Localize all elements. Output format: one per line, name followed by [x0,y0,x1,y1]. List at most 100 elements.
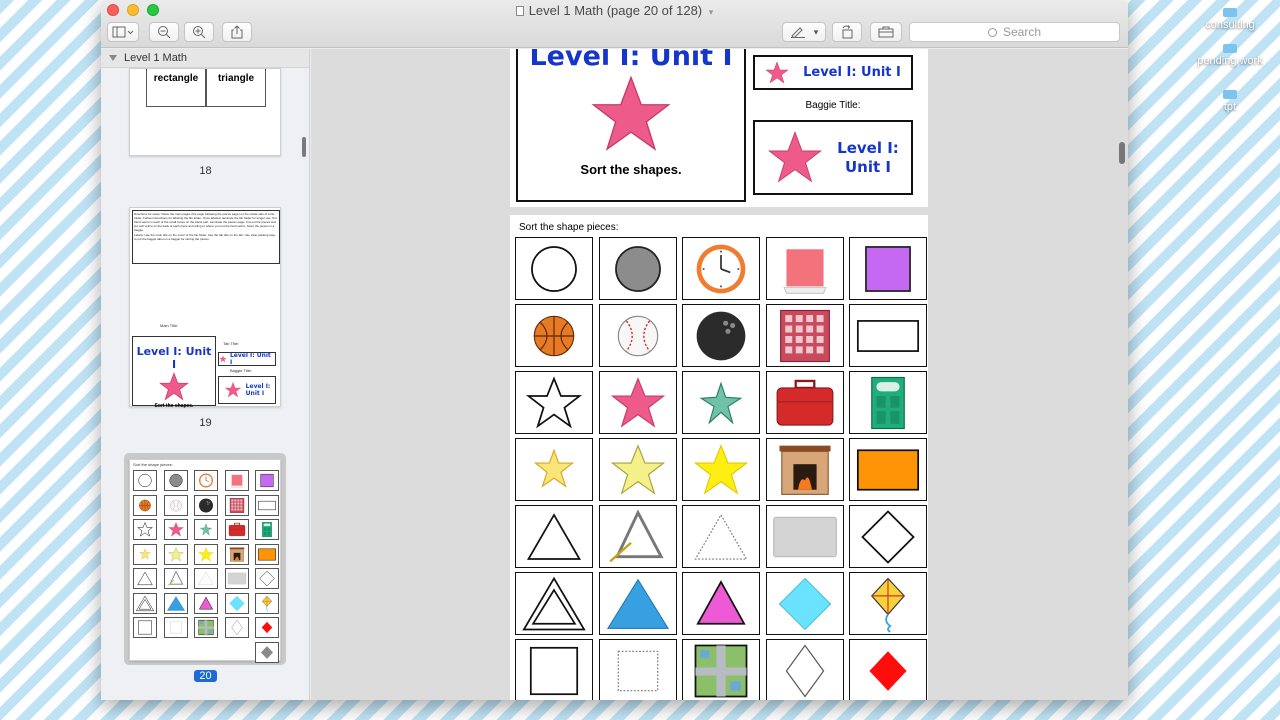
thumb-piece-green-door [255,519,279,540]
star-outline-icon [525,375,583,428]
cyan-diamond-icon [228,595,245,611]
thumb-piece-square-outline [133,617,157,638]
dotted-square-icon [169,621,182,634]
bowling-ball-icon [696,311,746,360]
page-number-19[interactable]: 19 [101,417,309,429]
pieces-header: Sort the shape pieces: [519,222,619,233]
shape-piece-bright-yellow-star [682,438,760,501]
folder-icon [1223,44,1237,53]
bright-yellow-star-icon [198,546,214,562]
zoom-out-button[interactable] [149,22,179,42]
shape-piece-triangle-double-outline [515,572,593,635]
desktop-folder-label: pending work [1197,55,1263,67]
shape-piece-dotted-diamond [765,639,844,700]
thumb-piece-green-starfish [194,519,218,540]
sort-text: Sort the shapes. [580,162,682,177]
basketball-icon [139,499,151,511]
sidebar-document-header[interactable]: Level 1 Math [101,49,309,68]
titlebar: Level 1 Math (page 20 of 128) ▾ ▾ Search [101,0,1128,48]
shape-piece-gray-circle [598,237,677,300]
page-20-view: Sort the shape pieces: [510,215,928,700]
shape-piece-fireplace [765,438,844,501]
thumb-piece-cyan-diamond [224,592,249,614]
markup-button[interactable]: ▾ [782,22,826,42]
dotted-diamond-icon [230,619,243,636]
shape-piece-purple-square [849,237,927,300]
triangle-outline-icon [137,571,153,586]
bright-yellow-star-icon [693,443,749,495]
thumb-piece-gray-circle [163,470,188,491]
page-number-20[interactable]: 20 [101,670,309,682]
thumb-piece-dotted-triangle [194,568,218,589]
shape-piece-basketball [515,304,593,367]
sidebar-toggle-button[interactable] [107,22,139,42]
zoom-in-button[interactable] [184,22,214,42]
desktop-folder-tpt[interactable]: tpt [1190,90,1270,113]
shape-piece-checkered-square-blanket [765,304,844,367]
dotted-square-icon [617,650,658,691]
shape-piece-musical-triangle [598,505,677,568]
shape-piece-orange-rectangle [849,438,927,501]
share-button[interactable] [222,22,252,42]
sidebar-scrollbar-thumb[interactable] [302,137,306,157]
pink-star-icon [591,75,671,151]
basketball-icon [533,315,575,356]
thumbnail-sidebar: Level 1 Math rectangle triangle 18 Direc… [101,49,310,700]
pink-star-icon [159,372,189,401]
thumbnail-page-18[interactable]: rectangle triangle [129,68,281,156]
circle-outline-icon [531,245,577,292]
red-suitcase-icon [228,522,245,536]
thumb-baggie-title-line2: Unit I [245,390,265,397]
rotate-button[interactable] [832,22,862,42]
dotted-triangle-icon [198,571,214,585]
baggie-title-box: Level I: Unit I [753,120,913,195]
page-number-18[interactable]: 18 [101,165,309,177]
desktop-folder-label: consulting [1205,19,1255,31]
desktop-folder-pending-work[interactable]: pending work [1190,44,1270,67]
thumb-piece-rectangle-outline [255,494,279,516]
thumb-cell-triangle: triangle [206,69,266,107]
shape-piece-yellow-star-small [515,438,593,501]
desktop-folder-label: tpt [1223,101,1237,113]
main-title: Level I: Unit I [529,49,733,72]
desktop-folder-consulting[interactable]: consulting [1190,8,1270,31]
yellow-star-icon [167,546,184,562]
search-placeholder: Search [1002,25,1042,39]
thumb-piece-red-diamond [255,617,279,638]
thumb-title: Level I: Unit I [136,345,212,371]
shape-piece-baseball [598,304,677,367]
thumb-cell-rectangle: rectangle [146,69,206,107]
thumb-tab-title-box: Level I: Unit I [218,352,276,366]
thumb-piece-map-square [194,617,218,638]
thumb-baggie-title-label: Baggie Title: [230,368,253,373]
document-scrollbar-thumb[interactable] [1119,142,1125,164]
pink-star-icon [167,522,184,537]
window-title: Level 1 Math (page 20 of 128) ▾ [101,3,1128,18]
red-diamond-icon [869,650,907,691]
shape-piece-red-diamond [849,639,927,700]
thumbnail-page-19[interactable]: Directions for setup: Paste the main pag… [129,207,281,409]
page-number-20-text: 20 [194,670,217,682]
map-square-icon [198,619,214,636]
blue-triangle-icon [166,595,185,611]
shape-piece-red-suitcase [765,371,844,434]
yellow-star-small-icon [139,547,151,560]
thumb-piece-pink-star [163,519,188,540]
dotted-diamond-icon [785,643,824,698]
toolbox-button[interactable] [870,22,902,42]
thumb-piece-triangle-double-outline [133,592,157,614]
thumb-labels-text: Labels: Use the main title on the cover … [134,233,276,241]
kite-icon [262,595,272,612]
kite-icon [870,577,906,633]
thumb-piece-bowling-ball [194,494,218,516]
checkered-square-blanket-icon [779,309,830,362]
document-view: Level I: Unit I Sort the shapes. Level I… [311,49,1128,700]
chevron-down-icon[interactable]: ▾ [709,7,714,17]
document-icon [515,6,524,16]
thumbnail-page-20[interactable]: Sort the shape pieces: [129,459,281,663]
search-input[interactable]: Search [909,22,1120,42]
pink-square-card-icon [782,248,827,294]
shape-piece-dotted-triangle [682,505,760,568]
fireplace-icon [778,445,831,495]
gray-diamond-icon [261,645,273,659]
